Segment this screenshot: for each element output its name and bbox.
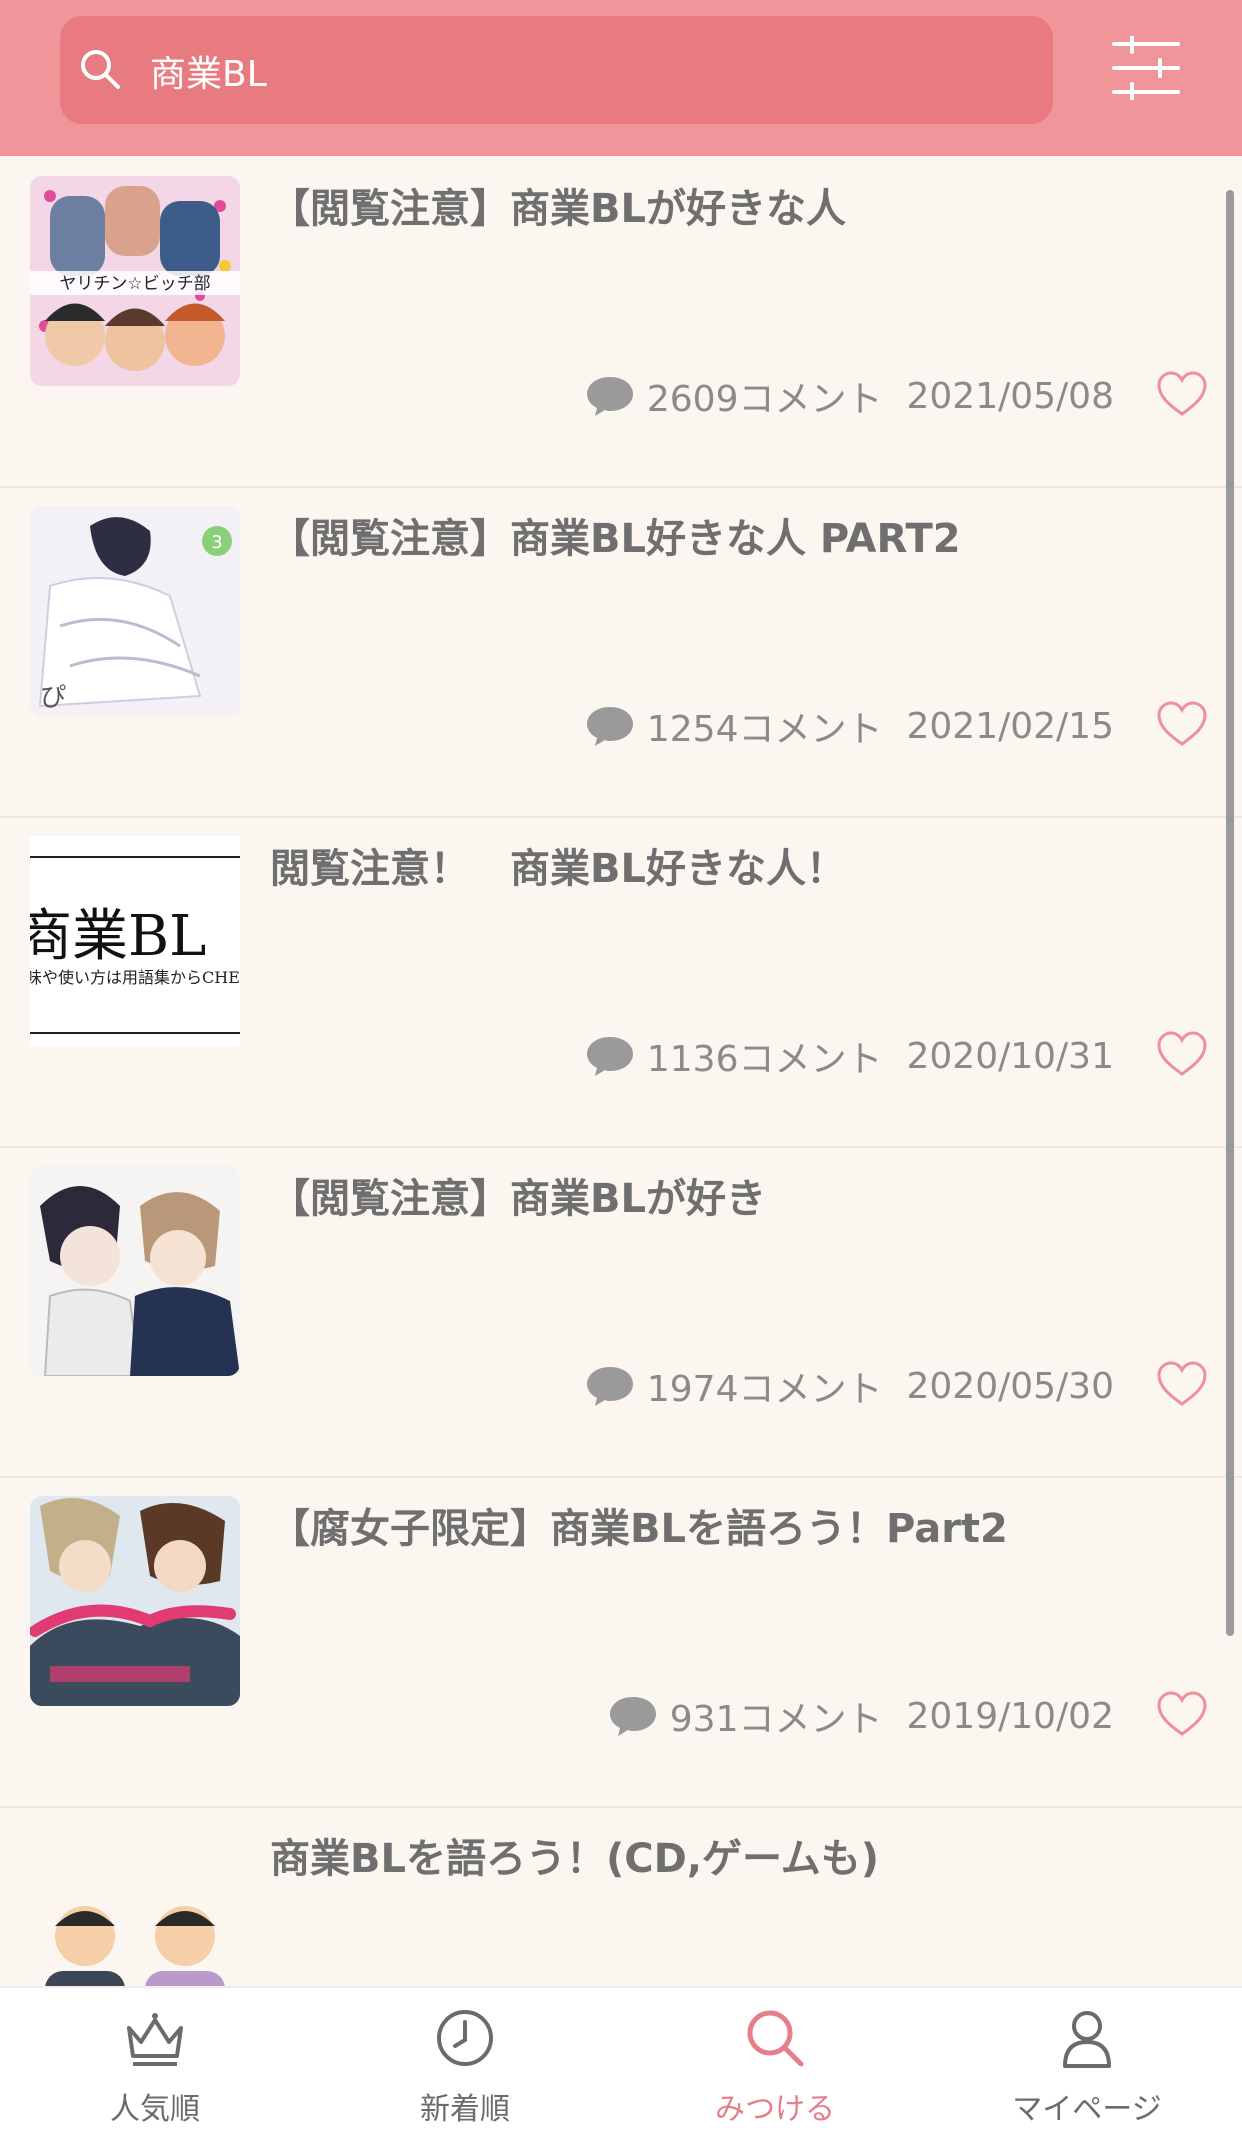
tab-label: マイページ (1012, 2092, 1162, 2127)
topic-title[interactable]: 【閲覧注意】商業BLが好きな人 (270, 176, 1190, 234)
heart-icon[interactable] (1156, 370, 1208, 418)
topic-list: ヤリチン☆ビッチ部 【閲覧注意】商業BLが好きな人 2609コメント 2021/… (0, 156, 1242, 1986)
comment-bubble-icon (586, 1037, 633, 1076)
app-header (0, 0, 1242, 156)
post-date: 2021/02/15 (906, 705, 1115, 747)
comment-count: 1974コメント (646, 1369, 883, 1410)
topic-row[interactable]: ヤリチン☆ビッチ部 【閲覧注意】商業BLが好きな人 2609コメント 2021/… (0, 156, 1242, 488)
topic-title[interactable]: 閲覧注意！ 商業BL好きな人！ (270, 836, 1190, 894)
post-date: 2020/10/31 (906, 1035, 1115, 1077)
topic-title[interactable]: 【腐女子限定】商業BLを語ろう！Part2 (270, 1496, 1190, 1554)
tab-mypage[interactable]: マイページ (932, 1988, 1242, 2136)
tab-discover[interactable]: みつける (620, 1988, 930, 2136)
heart-icon[interactable] (1156, 700, 1208, 748)
search-icon (747, 2010, 804, 2067)
topic-meta: 1974コメント 2020/05/30 (585, 1360, 1114, 1412)
clock-icon (437, 2010, 493, 2066)
comment-count: 1136コメント (646, 1039, 883, 1080)
comment-bubble-icon (586, 377, 633, 416)
topic-thumbnail (30, 1876, 240, 1986)
topic-thumbnail (30, 1166, 240, 1376)
svg-text:ヤリチン☆ビッチ部: ヤリチン☆ビッチ部 (59, 274, 210, 294)
tab-label: 人気順 (110, 2092, 200, 2127)
user-icon (1063, 2011, 1111, 2068)
topic-row[interactable]: 【閲覧注意】商業BLが好き 1974コメント 2020/05/30 (0, 1146, 1242, 1478)
post-date: 2019/10/02 (906, 1695, 1115, 1737)
topic-title[interactable]: 商業BLを語ろう！(CD,ゲームも) (270, 1826, 1190, 1884)
topic-meta: 1136コメント 2020/10/31 (585, 1030, 1114, 1082)
tab-label: みつける (715, 2092, 835, 2127)
comment-bubble-icon (586, 707, 633, 746)
comment-bubble-icon (609, 1697, 656, 1736)
topic-thumbnail: 商業BL 味や使い方は用語集からCHEC (30, 836, 240, 1046)
comment-count: 2609コメント (646, 379, 883, 420)
thumbnail-headline: 商業BL (30, 904, 207, 969)
topic-thumbnail: ヤリチン☆ビッチ部 (30, 176, 240, 386)
tab-label: 新着順 (420, 2092, 510, 2127)
comment-bubble-icon (586, 1367, 633, 1406)
post-date: 2020/05/30 (906, 1365, 1115, 1407)
svg-text:3: 3 (211, 532, 222, 553)
tab-newest[interactable]: 新着順 (310, 1988, 620, 2136)
heart-icon[interactable] (1156, 1690, 1208, 1738)
svg-text:ぴ: ぴ (40, 683, 66, 713)
topic-row[interactable]: 【腐女子限定】商業BLを語ろう！Part2 931コメント 2019/10/02 (0, 1476, 1242, 1808)
heart-icon[interactable] (1156, 1030, 1208, 1078)
heart-icon[interactable] (1156, 1360, 1208, 1408)
topic-meta: 1254コメント 2021/02/15 (585, 700, 1114, 752)
search-bar[interactable] (60, 16, 1053, 126)
topic-meta: 2609コメント 2021/05/08 (585, 370, 1114, 422)
thumbnail-subline: 味や使い方は用語集からCHEC (30, 968, 240, 987)
search-input[interactable] (148, 16, 1032, 126)
topic-row[interactable]: 3 ぴ 【閲覧注意】商業BL好きな人 PART2 1254コメント 2021/0… (0, 486, 1242, 818)
topic-thumbnail: 3 ぴ (30, 506, 240, 716)
topic-title[interactable]: 【閲覧注意】商業BL好きな人 PART2 (270, 506, 1190, 564)
topic-row[interactable]: 商業BL 味や使い方は用語集からCHEC 閲覧注意！ 商業BL好きな人！ 113… (0, 816, 1242, 1148)
crown-icon (127, 2013, 183, 2066)
filter-sliders-icon[interactable] (1110, 36, 1182, 100)
comment-count: 1254コメント (646, 709, 883, 750)
bottom-tab-bar: 人気順 新着順 みつける マイページ (0, 1986, 1242, 2136)
comment-count: 931コメント (669, 1699, 883, 1740)
topic-row[interactable]: 商業BLを語ろう！(CD,ゲームも) (0, 1806, 1242, 1986)
search-icon (81, 50, 120, 89)
topic-meta: 931コメント 2019/10/02 (608, 1690, 1114, 1742)
topic-title[interactable]: 【閲覧注意】商業BLが好き (270, 1166, 1190, 1224)
scrollbar[interactable] (1226, 190, 1234, 1636)
topic-thumbnail (30, 1496, 240, 1706)
post-date: 2021/05/08 (906, 375, 1115, 417)
tab-popular[interactable]: 人気順 (0, 1988, 310, 2136)
